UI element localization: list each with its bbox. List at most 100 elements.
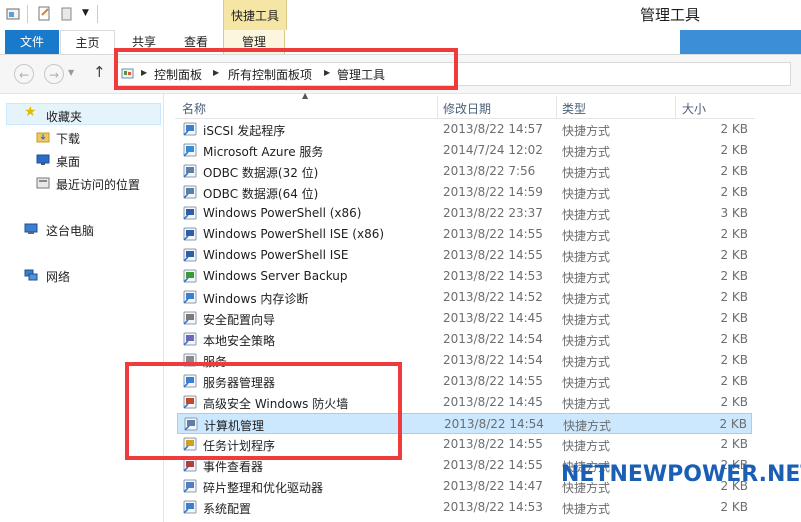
file-row[interactable]: 安全配置向导 2013/8/22 14:45 快捷方式 2 KB bbox=[177, 308, 752, 329]
defrag-icon bbox=[183, 479, 197, 493]
file-date: 2013/8/22 14:47 bbox=[443, 479, 543, 493]
file-row[interactable]: Windows PowerShell (x86) 2013/8/22 23:37 快… bbox=[177, 203, 752, 224]
file-size: 2 KB bbox=[720, 332, 748, 346]
chevron-down-icon[interactable]: ▼ bbox=[82, 8, 89, 18]
network-icon bbox=[24, 269, 38, 281]
properties-icon[interactable] bbox=[37, 6, 52, 21]
file-type: 快捷方式 bbox=[562, 397, 611, 411]
new-folder-icon[interactable] bbox=[60, 6, 75, 21]
file-date: 2013/8/22 14:52 bbox=[443, 290, 543, 304]
file-date: 2013/8/22 14:59 bbox=[443, 185, 543, 199]
file-size: 2 KB bbox=[720, 122, 748, 136]
nav-item-this-pc[interactable]: 这台电脑 bbox=[46, 222, 94, 239]
tab-file[interactable]: 文件 bbox=[5, 30, 59, 54]
column-divider[interactable] bbox=[675, 96, 676, 118]
nav-favorites-label: 收藏夹 bbox=[46, 110, 83, 124]
file-row[interactable]: Windows PowerShell ISE 2013/8/22 14:55 快捷方… bbox=[177, 245, 752, 266]
file-name: Windows PowerShell ISE bbox=[203, 248, 349, 262]
recent-locations-icon[interactable]: ▼ bbox=[68, 68, 74, 77]
file-type: 快捷方式 bbox=[562, 271, 611, 285]
contextual-tab-header: 快捷工具 bbox=[223, 0, 287, 32]
file-date: 2013/8/22 14:45 bbox=[443, 395, 543, 409]
column-divider[interactable] bbox=[556, 96, 557, 118]
file-name: ODBC 数据源(64 位) bbox=[203, 187, 319, 201]
iscsi-icon bbox=[183, 122, 197, 136]
odbc-icon bbox=[183, 185, 197, 199]
file-size: 2 KB bbox=[720, 500, 748, 514]
file-name: 事件查看器 bbox=[203, 460, 264, 474]
file-type: 快捷方式 bbox=[562, 376, 611, 390]
file-size: 2 KB bbox=[720, 290, 748, 304]
column-header-size[interactable]: 大小 bbox=[682, 100, 706, 117]
file-row[interactable]: ODBC 数据源(32 位) 2013/8/22 7:56 快捷方式 2 KB bbox=[177, 161, 752, 182]
tab-home[interactable]: 主页 bbox=[60, 30, 115, 54]
file-name: 碎片整理和优化驱动器 bbox=[203, 481, 324, 495]
security-policy-icon bbox=[183, 332, 197, 346]
file-size: 2 KB bbox=[720, 353, 748, 367]
file-row[interactable]: Windows PowerShell ISE (x86) 2013/8/22 14… bbox=[177, 224, 752, 245]
file-name: Microsoft Azure 服务 bbox=[203, 145, 324, 159]
file-row[interactable]: 系统配置 2013/8/22 14:53 快捷方式 2 KB bbox=[177, 497, 752, 518]
star-icon: ★ bbox=[24, 104, 37, 120]
nav-item-recent[interactable]: 最近访问的位置 bbox=[56, 176, 140, 193]
column-header-date[interactable]: 修改日期 bbox=[443, 100, 491, 117]
file-size: 2 KB bbox=[720, 164, 748, 178]
file-row[interactable]: Windows Server Backup 2013/8/22 14:53 快捷方式… bbox=[177, 266, 752, 287]
file-date: 2013/8/22 14:54 bbox=[443, 332, 543, 346]
file-size: 2 KB bbox=[720, 248, 748, 262]
download-folder-icon bbox=[36, 132, 50, 143]
file-size: 2 KB bbox=[720, 185, 748, 199]
file-date: 2013/8/22 14:54 bbox=[443, 353, 543, 367]
file-date: 2013/8/22 14:55 bbox=[443, 248, 543, 262]
file-size: 2 KB bbox=[720, 437, 748, 451]
file-type: 快捷方式 bbox=[562, 313, 611, 327]
window-title: 管理工具 bbox=[640, 6, 701, 24]
file-row[interactable]: ODBC 数据源(64 位) 2013/8/22 14:59 快捷方式 2 KB bbox=[177, 182, 752, 203]
nav-item-downloads[interactable]: 下载 bbox=[56, 130, 80, 147]
file-name: Windows PowerShell (x86) bbox=[203, 206, 362, 220]
recent-places-icon bbox=[36, 177, 50, 189]
file-row[interactable]: 本地安全策略 2013/8/22 14:54 快捷方式 2 KB bbox=[177, 329, 752, 350]
event-viewer-icon bbox=[183, 458, 197, 472]
file-row[interactable]: Microsoft Azure 服务 2014/7/24 12:02 快捷方式 2 K… bbox=[177, 140, 752, 161]
file-size: 2 KB bbox=[720, 143, 748, 157]
file-date: 2013/8/22 14:57 bbox=[443, 122, 543, 136]
file-name: 安全配置向导 bbox=[203, 313, 276, 327]
azure-icon bbox=[183, 143, 197, 157]
file-date: 2013/8/22 14:55 bbox=[443, 227, 543, 241]
file-name: ODBC 数据源(32 位) bbox=[203, 166, 319, 180]
forward-button[interactable]: → bbox=[44, 64, 64, 84]
file-size: 2 KB bbox=[720, 227, 748, 241]
file-type: 快捷方式 bbox=[562, 250, 611, 264]
file-type: 快捷方式 bbox=[562, 166, 611, 180]
file-date: 2013/8/22 14:53 bbox=[443, 269, 543, 283]
file-type: 快捷方式 bbox=[562, 334, 611, 348]
watermark: NETNEWPOWER.NET bbox=[561, 462, 801, 487]
column-header-name[interactable]: 名称 bbox=[182, 100, 206, 117]
file-name: iSCSI 发起程序 bbox=[203, 124, 286, 138]
file-date: 2013/8/22 23:37 bbox=[443, 206, 543, 220]
column-divider[interactable] bbox=[437, 96, 438, 118]
up-arrow-icon[interactable]: ↑ bbox=[93, 63, 106, 81]
file-name: 本地安全策略 bbox=[203, 334, 276, 348]
divider bbox=[27, 5, 28, 23]
file-type: 快捷方式 bbox=[562, 124, 611, 138]
nav-item-network[interactable]: 网络 bbox=[46, 268, 70, 285]
powershell-ise-icon bbox=[183, 248, 197, 262]
back-button[interactable]: ← bbox=[14, 64, 34, 84]
file-date: 2014/7/24 12:02 bbox=[443, 143, 543, 157]
memory-diagnostic-icon bbox=[183, 290, 197, 304]
nav-item-desktop[interactable]: 桌面 bbox=[56, 153, 80, 170]
file-size: 2 KB bbox=[720, 395, 748, 409]
column-header-type[interactable]: 类型 bbox=[562, 100, 586, 117]
window-icon[interactable] bbox=[6, 6, 21, 21]
file-size: 2 KB bbox=[719, 417, 747, 431]
address-highlight-box bbox=[114, 48, 458, 90]
file-size: 3 KB bbox=[720, 206, 748, 220]
file-name: 系统配置 bbox=[203, 502, 252, 516]
file-row[interactable]: iSCSI 发起程序 2013/8/22 14:57 快捷方式 2 KB bbox=[177, 119, 752, 140]
file-date: 2013/8/22 14:54 bbox=[444, 417, 544, 431]
file-date: 2013/8/22 14:55 bbox=[443, 374, 543, 388]
file-type: 快捷方式 bbox=[562, 187, 611, 201]
file-row[interactable]: Windows 内存诊断 2013/8/22 14:52 快捷方式 2 KB bbox=[177, 287, 752, 308]
